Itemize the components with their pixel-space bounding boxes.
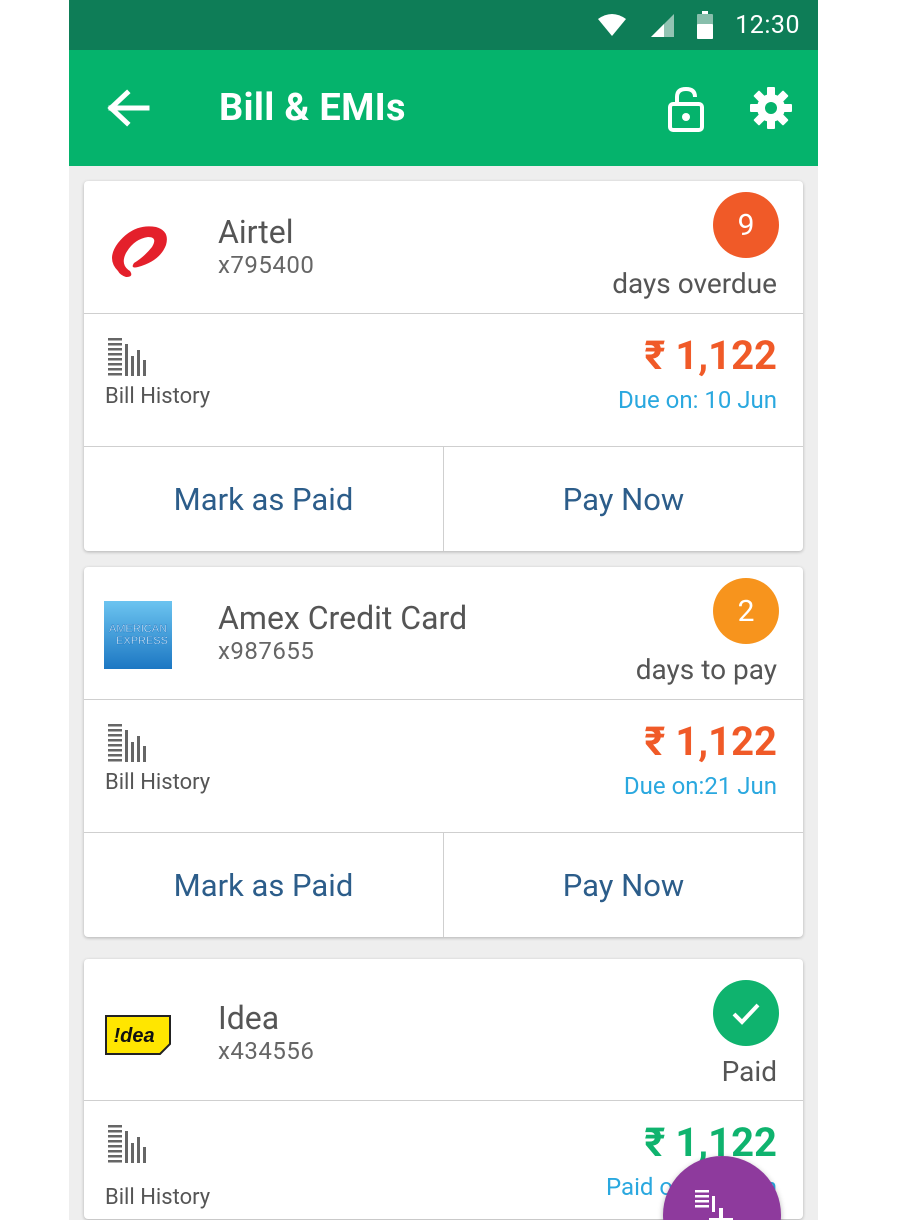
- wifi-icon: [598, 14, 627, 36]
- phone-screen: 12:30 Bill & EMIs Airtel x795400 9 days …: [69, 0, 818, 1220]
- app-bar: Bill & EMIs: [69, 50, 818, 166]
- idea-logo-text: !dea: [113, 1025, 154, 1047]
- biller-name: Idea: [218, 999, 280, 1037]
- account-number: x795400: [218, 251, 315, 279]
- airtel-logo: [112, 226, 167, 277]
- paid-check-badge: [713, 980, 779, 1046]
- amex-logo-line2: EXPRESS: [116, 635, 168, 647]
- pay-now-button[interactable]: Pay Now: [443, 833, 803, 937]
- account-number: x434556: [218, 1037, 315, 1065]
- bill-amount: ₹ 1,122: [644, 332, 777, 379]
- unlock-icon[interactable]: [667, 86, 707, 132]
- bill-history-label[interactable]: Bill History: [105, 384, 210, 409]
- idea-logo: !dea: [105, 1015, 171, 1055]
- mark-as-paid-button[interactable]: Mark as Paid: [84, 833, 443, 937]
- paid-date: Paid o: [606, 1173, 674, 1201]
- due-date: Due on: 10 Jun: [617, 386, 777, 414]
- bill-history-icon[interactable]: [106, 722, 150, 766]
- amex-logo-line1: AMERICAN: [109, 623, 167, 635]
- settings-gear-icon[interactable]: [749, 86, 793, 130]
- biller-name: Amex Credit Card: [218, 599, 468, 637]
- pay-now-button[interactable]: Pay Now: [443, 447, 803, 551]
- add-bill-icon: [695, 1190, 733, 1220]
- due-date: Due on:21 Jun: [623, 772, 777, 800]
- account-number: x987655: [218, 637, 315, 665]
- bill-history-icon[interactable]: [106, 1123, 150, 1167]
- back-arrow-icon[interactable]: [107, 88, 155, 128]
- status-bar: 12:30: [69, 0, 818, 50]
- signal-icon: [651, 14, 675, 37]
- checkmark-icon: [732, 1003, 760, 1025]
- bill-history-label[interactable]: Bill History: [105, 770, 210, 795]
- bill-card-amex[interactable]: AMERICAN EXPRESS Amex Credit Card x98765…: [84, 567, 803, 937]
- bill-history-icon[interactable]: [106, 336, 150, 380]
- page-title: Bill & EMIs: [219, 86, 406, 130]
- clock: 12:30: [735, 10, 800, 40]
- battery-icon: [697, 11, 714, 39]
- bill-history-label[interactable]: Bill History: [105, 1185, 210, 1210]
- days-count-badge: 9: [713, 192, 779, 258]
- due-status: days overdue: [612, 267, 777, 300]
- bill-card-airtel[interactable]: Airtel x795400 9 days overdue Bill Histo…: [84, 181, 803, 551]
- days-count-badge: 2: [713, 578, 779, 644]
- bill-amount: ₹ 1,122: [644, 718, 777, 765]
- mark-as-paid-button[interactable]: Mark as Paid: [84, 447, 443, 551]
- biller-name: Airtel: [218, 213, 294, 251]
- amex-logo: AMERICAN EXPRESS: [104, 601, 172, 669]
- due-status: days to pay: [635, 653, 777, 686]
- paid-status: Paid: [721, 1055, 777, 1088]
